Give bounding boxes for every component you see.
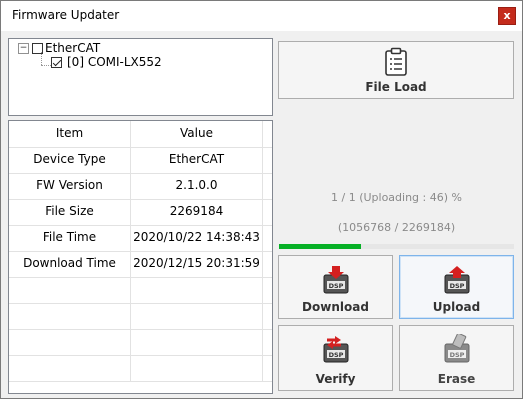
window-title: Firmware Updater — [12, 8, 120, 22]
row-value: 2.1.0.0 — [131, 173, 263, 199]
erase-label: Erase — [437, 372, 476, 386]
row-value: 2020/10/22 14:38:43 — [131, 225, 263, 251]
property-table[interactable]: Item Value Device Type EtherCAT FW Versi… — [8, 120, 273, 394]
table-row[interactable]: Device Type EtherCAT — [9, 147, 272, 174]
dsp-download-icon: DSP — [323, 266, 348, 294]
progress-fill — [279, 244, 362, 249]
table-row-empty — [9, 303, 272, 330]
title-bar: Firmware Updater x — [1, 1, 522, 31]
row-value: 2269184 — [131, 199, 263, 225]
table-row[interactable]: FW Version 2.1.0.0 — [9, 173, 272, 200]
table-row[interactable]: File Time 2020/10/22 14:38:43 — [9, 225, 272, 252]
row-item: File Time — [9, 225, 131, 251]
firmware-updater-window: Firmware Updater x − EtherCAT [0] COMI-L… — [0, 0, 523, 399]
header-value: Value — [131, 121, 263, 147]
erase-button[interactable]: DSP Erase — [399, 325, 514, 391]
download-button[interactable]: DSP Download — [278, 255, 393, 319]
tree-node-device[interactable]: [0] COMI-LX552 — [51, 54, 162, 70]
upload-bytes-text: (1056768 / 2269184) — [337, 221, 456, 234]
svg-text:DSP: DSP — [328, 351, 343, 359]
row-value: 2020/12/15 20:31:59 — [131, 251, 263, 277]
svg-text:DSP: DSP — [328, 282, 343, 290]
row-item: FW Version — [9, 173, 131, 199]
table-row-empty — [9, 329, 272, 356]
file-load-button[interactable]: File Load — [278, 41, 514, 99]
file-load-label: File Load — [365, 80, 427, 94]
device-checkbox[interactable] — [51, 56, 62, 68]
upload-status-text: 1 / 1 (Uploading : 46) % — [331, 191, 462, 204]
row-item: Download Time — [9, 251, 131, 277]
device-tree[interactable]: − EtherCAT [0] COMI-LX552 — [8, 38, 273, 116]
tree-node-label: EtherCAT — [45, 41, 101, 55]
clipboard-list-icon — [385, 47, 407, 76]
tree-node-label: [0] COMI-LX552 — [67, 55, 162, 69]
dsp-erase-icon: DSP — [444, 334, 469, 363]
svg-text:DSP: DSP — [449, 351, 464, 359]
tree-connector — [41, 52, 42, 65]
verify-label: Verify — [315, 372, 356, 386]
table-header: Item Value — [9, 121, 272, 148]
table-row-empty — [9, 355, 272, 382]
upload-button[interactable]: DSP Upload — [399, 255, 514, 319]
dsp-verify-icon: DSP — [323, 336, 348, 363]
table-row[interactable]: File Size 2269184 — [9, 199, 272, 226]
row-value: EtherCAT — [131, 147, 263, 173]
close-button[interactable]: x — [498, 7, 516, 25]
upload-label: Upload — [432, 300, 481, 314]
header-item: Item — [9, 121, 131, 147]
table-row[interactable]: Download Time 2020/12/15 20:31:59 — [9, 251, 272, 278]
dsp-upload-icon: DSP — [444, 266, 469, 294]
svg-text:DSP: DSP — [449, 282, 464, 290]
row-item: File Size — [9, 199, 131, 225]
row-item: Device Type — [9, 147, 131, 173]
upload-progress-bar — [279, 244, 514, 249]
tree-collapse-icon[interactable]: − — [18, 42, 29, 54]
download-label: Download — [302, 300, 369, 314]
verify-button[interactable]: DSP Verify — [278, 325, 393, 391]
tree-connector — [41, 65, 51, 66]
table-row-empty — [9, 277, 272, 304]
